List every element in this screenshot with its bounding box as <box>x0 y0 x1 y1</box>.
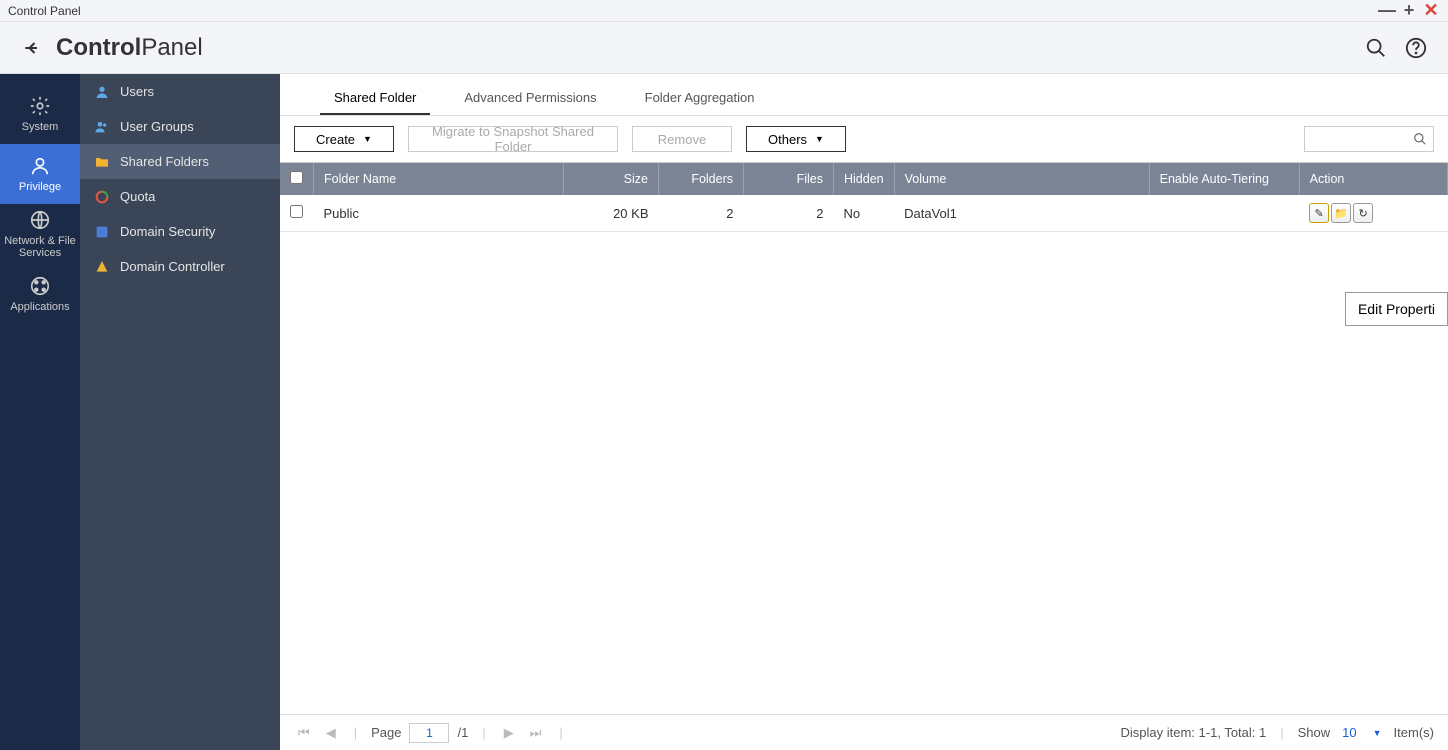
apps-icon <box>29 275 51 297</box>
search-icon <box>1413 132 1427 146</box>
sidebar-item-shared-folders[interactable]: Shared Folders <box>80 144 280 179</box>
caret-down-icon[interactable]: ▼ <box>1369 728 1386 738</box>
show-label: Show <box>1298 725 1331 740</box>
col-folder-name[interactable]: Folder Name <box>314 163 564 195</box>
users-icon <box>94 119 110 135</box>
edit-action-icon[interactable]: ✎ <box>1309 203 1329 223</box>
cell-hidden: No <box>834 195 895 232</box>
sidebar-item-groups[interactable]: User Groups <box>80 109 280 144</box>
quota-icon <box>94 189 110 205</box>
caret-down-icon: ▼ <box>363 134 372 144</box>
page-total: /1 <box>457 725 468 740</box>
gear-icon <box>29 95 51 117</box>
minimize-button[interactable]: — <box>1378 2 1396 20</box>
window-title: Control Panel <box>8 4 81 18</box>
select-all-checkbox[interactable] <box>290 171 303 184</box>
back-button[interactable] <box>20 36 44 60</box>
shield-icon <box>94 224 110 240</box>
migrate-button: Migrate to Snapshot Shared Folder <box>408 126 618 152</box>
page-input[interactable] <box>409 723 449 743</box>
sidebar-item-domain-controller[interactable]: Domain Controller <box>80 249 280 284</box>
search-input[interactable] <box>1304 126 1434 152</box>
nav-privilege[interactable]: Privilege <box>0 144 80 204</box>
prev-page-button[interactable]: ◀ <box>322 725 340 741</box>
user-icon <box>94 84 110 100</box>
remove-button: Remove <box>632 126 732 152</box>
nav-applications[interactable]: Applications <box>0 264 80 324</box>
page-label: Page <box>371 725 401 740</box>
tab-advanced-permissions[interactable]: Advanced Permissions <box>450 84 610 115</box>
folder-share-icon <box>94 154 110 170</box>
col-auto-tiering[interactable]: Enable Auto-Tiering <box>1149 163 1299 195</box>
nav-network[interactable]: Network & File Services <box>0 204 80 264</box>
globe-icon <box>29 209 51 231</box>
first-page-button[interactable]: ⏮ <box>294 725 314 741</box>
sidebar-item-quota[interactable]: Quota <box>80 179 280 214</box>
show-count[interactable]: 10 <box>1342 725 1356 740</box>
cell-size: 20 KB <box>564 195 659 232</box>
search-icon[interactable] <box>1364 36 1388 60</box>
cell-files: 2 <box>744 195 834 232</box>
table-row[interactable]: Public 20 KB 2 2 No DataVol1 ✎ 📁 ↻ <box>280 195 1448 232</box>
edit-properties-button[interactable]: Edit Properti <box>1345 292 1448 326</box>
cell-volume: DataVol1 <box>894 195 1149 232</box>
cell-folders: 2 <box>659 195 744 232</box>
page-title: ControlPanel <box>56 34 203 62</box>
tab-folder-aggregation[interactable]: Folder Aggregation <box>631 84 769 115</box>
controller-icon <box>94 259 110 275</box>
cell-folder-name: Public <box>314 195 564 232</box>
refresh-action-icon[interactable]: ↻ <box>1353 203 1373 223</box>
nav-system[interactable]: System <box>0 84 80 144</box>
cell-auto-tiering <box>1149 195 1299 232</box>
sidebar-item-users[interactable]: Users <box>80 74 280 109</box>
folder-action-icon[interactable]: 📁 <box>1331 203 1351 223</box>
sidebar-item-domain-security[interactable]: Domain Security <box>80 214 280 249</box>
close-button[interactable]: ✕ <box>1422 2 1440 20</box>
col-folders[interactable]: Folders <box>659 163 744 195</box>
display-info: Display item: 1-1, Total: 1 <box>1121 725 1267 740</box>
next-page-button[interactable]: ▶ <box>500 725 518 741</box>
others-button[interactable]: Others▼ <box>746 126 846 152</box>
col-action[interactable]: Action <box>1299 163 1447 195</box>
col-files[interactable]: Files <box>744 163 834 195</box>
help-icon[interactable] <box>1404 36 1428 60</box>
col-volume[interactable]: Volume <box>894 163 1149 195</box>
items-label: Item(s) <box>1394 725 1434 740</box>
user-icon <box>29 155 51 177</box>
tab-shared-folder[interactable]: Shared Folder <box>320 84 430 115</box>
create-button[interactable]: Create▼ <box>294 126 394 152</box>
caret-down-icon: ▼ <box>815 134 824 144</box>
maximize-button[interactable]: + <box>1400 2 1418 20</box>
col-size[interactable]: Size <box>564 163 659 195</box>
table-header: Folder Name Size Folders Files Hidden Vo… <box>280 163 1448 195</box>
col-hidden[interactable]: Hidden <box>834 163 895 195</box>
last-page-button[interactable]: ⏭ <box>526 725 546 741</box>
row-checkbox[interactable] <box>290 205 303 218</box>
